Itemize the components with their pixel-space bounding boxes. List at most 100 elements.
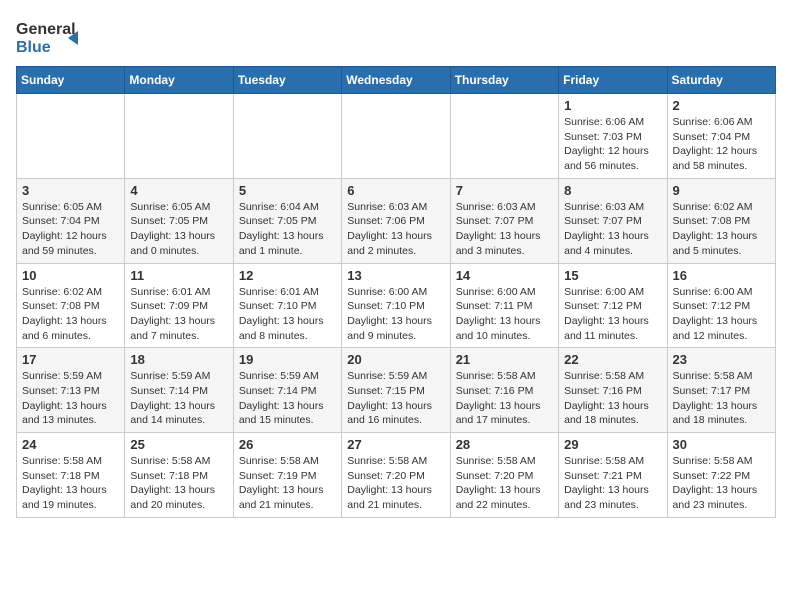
calendar-cell <box>233 94 341 179</box>
day-number: 22 <box>564 352 661 367</box>
calendar-cell: 16 Sunrise: 6:00 AM Sunset: 7:12 PM Dayli… <box>667 263 775 348</box>
day-info: Sunrise: 5:58 AM Sunset: 7:21 PM Dayligh… <box>564 454 661 513</box>
calendar-cell: 18 Sunrise: 5:59 AM Sunset: 7:14 PM Dayli… <box>125 348 233 433</box>
calendar-table: SundayMondayTuesdayWednesdayThursdayFrid… <box>16 66 776 518</box>
weekday-header-monday: Monday <box>125 67 233 94</box>
calendar-cell: 7 Sunrise: 6:03 AM Sunset: 7:07 PM Daylig… <box>450 178 558 263</box>
day-info: Sunrise: 6:01 AM Sunset: 7:10 PM Dayligh… <box>239 285 336 344</box>
day-number: 17 <box>22 352 119 367</box>
day-number: 19 <box>239 352 336 367</box>
day-info: Sunrise: 5:58 AM Sunset: 7:20 PM Dayligh… <box>456 454 553 513</box>
day-info: Sunrise: 5:59 AM Sunset: 7:15 PM Dayligh… <box>347 369 444 428</box>
calendar-week-row: 3 Sunrise: 6:05 AM Sunset: 7:04 PM Daylig… <box>17 178 776 263</box>
day-number: 12 <box>239 268 336 283</box>
calendar-cell <box>450 94 558 179</box>
page-header: GeneralBlue <box>16 16 776 56</box>
weekday-header-thursday: Thursday <box>450 67 558 94</box>
day-info: Sunrise: 6:06 AM Sunset: 7:03 PM Dayligh… <box>564 115 661 174</box>
day-number: 1 <box>564 98 661 113</box>
calendar-cell: 15Sunrise: 6:00 AM Sunset: 7:12 PM Dayli… <box>559 263 667 348</box>
day-info: Sunrise: 5:58 AM Sunset: 7:18 PM Dayligh… <box>22 454 119 513</box>
day-info: Sunrise: 6:05 AM Sunset: 7:05 PM Dayligh… <box>130 200 227 259</box>
day-info: Sunrise: 5:58 AM Sunset: 7:22 PM Dayligh… <box>673 454 770 513</box>
day-number: 27 <box>347 437 444 452</box>
calendar-cell: 8 Sunrise: 6:03 AM Sunset: 7:07 PM Daylig… <box>559 178 667 263</box>
day-info: Sunrise: 5:58 AM Sunset: 7:17 PM Dayligh… <box>673 369 770 428</box>
logo: GeneralBlue <box>16 16 86 56</box>
calendar-cell: 1 Sunrise: 6:06 AM Sunset: 7:03 PM Daylig… <box>559 94 667 179</box>
calendar-cell: 27 Sunrise: 5:58 AM Sunset: 7:20 PM Dayli… <box>342 433 450 518</box>
day-info: Sunrise: 6:05 AM Sunset: 7:04 PM Dayligh… <box>22 200 119 259</box>
day-info: Sunrise: 5:58 AM Sunset: 7:19 PM Dayligh… <box>239 454 336 513</box>
day-number: 13 <box>347 268 444 283</box>
calendar-cell: 14Sunrise: 6:00 AM Sunset: 7:11 PM Dayli… <box>450 263 558 348</box>
day-number: 2 <box>673 98 770 113</box>
day-info: Sunrise: 5:59 AM Sunset: 7:13 PM Dayligh… <box>22 369 119 428</box>
calendar-cell: 10 Sunrise: 6:02 AM Sunset: 7:08 PM Dayli… <box>17 263 125 348</box>
day-info: Sunrise: 6:03 AM Sunset: 7:06 PM Dayligh… <box>347 200 444 259</box>
calendar-cell: 17 Sunrise: 5:59 AM Sunset: 7:13 PM Dayli… <box>17 348 125 433</box>
day-number: 6 <box>347 183 444 198</box>
logo-svg: GeneralBlue <box>16 16 86 56</box>
day-info: Sunrise: 5:59 AM Sunset: 7:14 PM Dayligh… <box>239 369 336 428</box>
day-number: 16 <box>673 268 770 283</box>
calendar-cell <box>342 94 450 179</box>
day-info: Sunrise: 6:03 AM Sunset: 7:07 PM Dayligh… <box>456 200 553 259</box>
day-info: Sunrise: 6:01 AM Sunset: 7:09 PM Dayligh… <box>130 285 227 344</box>
day-number: 9 <box>673 183 770 198</box>
day-number: 11 <box>130 268 227 283</box>
calendar-cell: 5 Sunrise: 6:04 AM Sunset: 7:05 PM Daylig… <box>233 178 341 263</box>
weekday-header-wednesday: Wednesday <box>342 67 450 94</box>
calendar-cell: 25 Sunrise: 5:58 AM Sunset: 7:18 PM Dayli… <box>125 433 233 518</box>
day-number: 18 <box>130 352 227 367</box>
calendar-cell: 26 Sunrise: 5:58 AM Sunset: 7:19 PM Dayli… <box>233 433 341 518</box>
calendar-cell: 9 Sunrise: 6:02 AM Sunset: 7:08 PM Daylig… <box>667 178 775 263</box>
day-info: Sunrise: 5:59 AM Sunset: 7:14 PM Dayligh… <box>130 369 227 428</box>
calendar-cell: 6 Sunrise: 6:03 AM Sunset: 7:06 PM Daylig… <box>342 178 450 263</box>
day-number: 25 <box>130 437 227 452</box>
weekday-header-tuesday: Tuesday <box>233 67 341 94</box>
calendar-cell <box>125 94 233 179</box>
day-info: Sunrise: 6:04 AM Sunset: 7:05 PM Dayligh… <box>239 200 336 259</box>
calendar-cell: 28 Sunrise: 5:58 AM Sunset: 7:20 PM Dayli… <box>450 433 558 518</box>
calendar-cell: 12 Sunrise: 6:01 AM Sunset: 7:10 PM Dayli… <box>233 263 341 348</box>
day-number: 29 <box>564 437 661 452</box>
day-number: 20 <box>347 352 444 367</box>
day-number: 30 <box>673 437 770 452</box>
day-number: 21 <box>456 352 553 367</box>
day-number: 10 <box>22 268 119 283</box>
day-number: 5 <box>239 183 336 198</box>
day-info: Sunrise: 6:03 AM Sunset: 7:07 PM Dayligh… <box>564 200 661 259</box>
calendar-cell <box>17 94 125 179</box>
day-info: Sunrise: 6:00 AM Sunset: 7:10 PM Dayligh… <box>347 285 444 344</box>
calendar-cell: 22Sunrise: 5:58 AM Sunset: 7:16 PM Dayli… <box>559 348 667 433</box>
day-number: 28 <box>456 437 553 452</box>
weekday-header-sunday: Sunday <box>17 67 125 94</box>
day-info: Sunrise: 6:06 AM Sunset: 7:04 PM Dayligh… <box>673 115 770 174</box>
day-info: Sunrise: 5:58 AM Sunset: 7:16 PM Dayligh… <box>456 369 553 428</box>
day-number: 26 <box>239 437 336 452</box>
day-number: 23 <box>673 352 770 367</box>
day-number: 8 <box>564 183 661 198</box>
weekday-header-saturday: Saturday <box>667 67 775 94</box>
calendar-week-row: 10 Sunrise: 6:02 AM Sunset: 7:08 PM Dayli… <box>17 263 776 348</box>
calendar-cell: 3 Sunrise: 6:05 AM Sunset: 7:04 PM Daylig… <box>17 178 125 263</box>
day-info: Sunrise: 6:02 AM Sunset: 7:08 PM Dayligh… <box>22 285 119 344</box>
day-number: 24 <box>22 437 119 452</box>
day-info: Sunrise: 6:00 AM Sunset: 7:12 PM Dayligh… <box>673 285 770 344</box>
day-number: 7 <box>456 183 553 198</box>
calendar-cell: 19 Sunrise: 5:59 AM Sunset: 7:14 PM Dayli… <box>233 348 341 433</box>
calendar-cell: 29 Sunrise: 5:58 AM Sunset: 7:21 PM Dayli… <box>559 433 667 518</box>
day-info: Sunrise: 5:58 AM Sunset: 7:18 PM Dayligh… <box>130 454 227 513</box>
day-info: Sunrise: 5:58 AM Sunset: 7:20 PM Dayligh… <box>347 454 444 513</box>
calendar-week-row: 24 Sunrise: 5:58 AM Sunset: 7:18 PM Dayli… <box>17 433 776 518</box>
calendar-cell: 21 Sunrise: 5:58 AM Sunset: 7:16 PM Dayli… <box>450 348 558 433</box>
calendar-cell: 23 Sunrise: 5:58 AM Sunset: 7:17 PM Dayli… <box>667 348 775 433</box>
calendar-cell: 24 Sunrise: 5:58 AM Sunset: 7:18 PM Dayli… <box>17 433 125 518</box>
day-number: 4 <box>130 183 227 198</box>
day-info: Sunrise: 6:00 AM Sunset: 7:11 PM Dayligh… <box>456 285 553 344</box>
calendar-header-row: SundayMondayTuesdayWednesdayThursdayFrid… <box>17 67 776 94</box>
svg-text:General: General <box>16 21 76 38</box>
day-info: Sunrise: 6:02 AM Sunset: 7:08 PM Dayligh… <box>673 200 770 259</box>
day-number: 3 <box>22 183 119 198</box>
